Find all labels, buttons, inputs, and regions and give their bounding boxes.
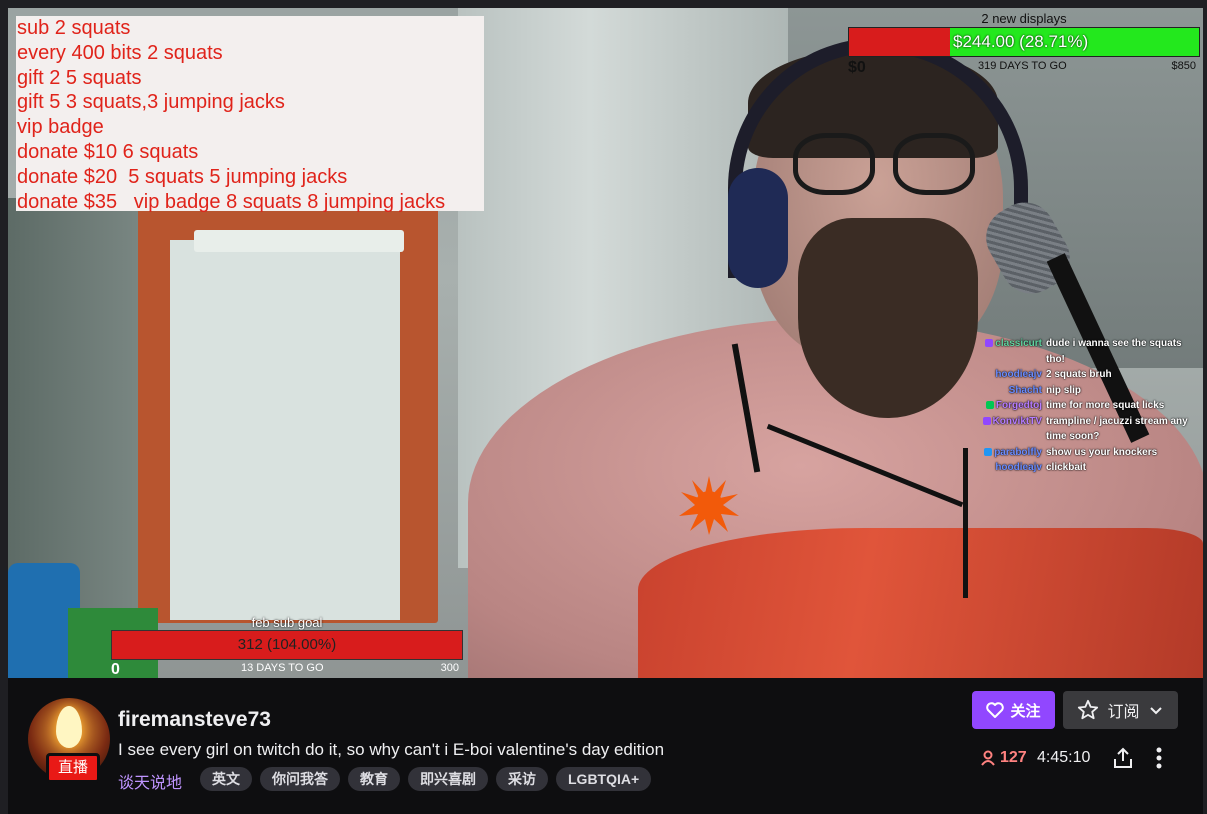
chat-message-text: dude i wanna see the squats [1046,338,1182,349]
chat-username-text: Forgedtoj [995,400,1042,411]
stream-info-bar: 直播 firemansteve73 I see every girl on tw… [8,678,1203,814]
chat-message-text: time for more squat licks [1046,400,1165,411]
chat-username: KonviktTV [948,414,1046,430]
stream-tags: 英文 你问我答 教育 即兴喜剧 采访 LGBTQIA+ [200,767,652,791]
goal-max: $850 [1171,60,1196,72]
chat-message: Shacht nip slip [948,383,1203,399]
chat-username: classicurt [948,336,1046,352]
rule-line: vip badge [17,116,104,139]
chat-message: hoodieajv 2 squats bruh [948,367,1203,383]
rule-line: donate $35 vip badge 8 squats 8 jumping … [17,190,446,213]
live-badge: 直播 [46,753,100,783]
chat-message-text: time soon? [1046,431,1100,442]
stream-tag[interactable]: 教育 [348,767,400,791]
chat-badge-icon [984,447,993,456]
sub-goal-max: 300 [440,662,459,674]
video-player[interactable]: sub 2 squats every 400 bits 2 squats gift … [8,8,1203,678]
chat-message: tho! [948,352,1203,368]
chat-username: Forgedtoj [948,398,1046,414]
sub-goal-days-left: 13 DAYS TO GO [241,662,324,674]
chat-username-text: Shacht [1008,384,1042,396]
follow-button[interactable]: 关注 [972,691,1055,729]
rule-line: donate $10 6 squats [17,140,199,163]
follow-label: 关注 [1010,702,1041,720]
chat-message-text: trampline / jacuzzi stream any [1046,415,1188,427]
chat-username-text: hoodieajv [995,462,1042,473]
stream-tag[interactable]: LGBTQIA+ [556,767,652,791]
person-icon [981,750,995,766]
streamer-glasses [793,133,983,199]
heart-icon [986,702,1005,718]
more-vertical-icon[interactable] [1151,746,1167,770]
subscribe-button[interactable]: 订阅 [1063,691,1178,729]
chat-message: time soon? [948,429,1203,445]
chat-username: hoodieajv [948,367,1046,383]
chat-username-text: parabolfly [994,446,1042,458]
channel-name[interactable]: firemansteve73 [118,708,271,732]
stream-title: I see every girl on twitch do it, so why… [118,740,665,759]
sub-goal-progress-bar: 312 (104.00%) [111,630,463,660]
donation-goal-widget: 2 new displays $244.00 (28.71%) $0 319 D… [848,12,1200,78]
chat-message-text: 2 squats bruh [1046,369,1112,380]
rule-line: gift 5 3 squats,3 jumping jacks [17,91,285,114]
rule-line: sub 2 squats [17,17,131,39]
chat-username-text: hoodieajv [995,369,1042,380]
chat-username [948,352,1046,368]
chat-message-text: nip slip [1046,384,1081,396]
stream-category[interactable]: 谈天说地 [118,769,182,793]
background-window-shade [170,240,400,620]
viewer-count-value: 127 [1000,749,1027,766]
chat-message-text: tho! [1046,353,1065,365]
chat-message: Forgedtoj time for more squat licks [948,398,1203,414]
viewer-count: 127 [980,749,1027,767]
challenge-rules-overlay: sub 2 squats every 400 bits 2 squats gift … [16,16,484,213]
chat-username [948,429,1046,445]
sub-goal-progress-text: 312 (104.00%) [237,636,337,653]
stream-tag[interactable]: 你问我答 [260,767,340,791]
chat-username-text: KonviktTV [992,415,1042,427]
sub-goal-min: 0 [111,661,120,678]
rule-line: every 400 bits 2 squats [17,41,223,64]
stream-uptime: 4:45:10 [1037,749,1091,766]
chat-username: hoodieajv [948,460,1046,476]
chat-badge-icon [985,339,994,348]
candle-flame-icon [56,706,82,748]
chat-username: Shacht [948,383,1046,399]
chat-message: hoodieajv clickbait [948,460,1203,476]
chat-overlay: classicurt dude i wanna see the squats tho… [948,336,1203,476]
share-icon[interactable] [1111,746,1135,770]
chat-message-text: show us your knockers [1046,446,1158,458]
stream-tag[interactable]: 采访 [496,767,548,791]
chat-message: classicurt dude i wanna see the squats [948,336,1203,352]
goal-title: 2 new displays [981,11,1067,26]
chat-badge-icon [985,401,994,410]
sub-goal-widget: feb sub goal 312 (104.00%) 0 13 DAYS TO … [111,615,463,678]
sub-goal-title: feb sub goal [251,615,323,630]
splat-sticker-icon [679,476,739,535]
subscribe-label: 订阅 [1107,704,1140,721]
chat-message-text: clickbait [1046,462,1087,473]
headset-earcup [728,168,788,288]
chat-username-text: classicurt [995,338,1042,349]
chat-badge-icon [982,416,991,425]
background-shade-roller [194,230,404,252]
rule-line: donate $20 5 squats 5 jumping jacks [17,165,348,188]
goal-progress-bar: $244.00 (28.71%) [848,27,1200,57]
chat-username: parabolfly [948,445,1046,461]
chevron-down-icon[interactable] [1148,702,1164,718]
rule-line: gift 2 5 squats [17,66,142,89]
stream-tag[interactable]: 即兴喜剧 [408,767,488,791]
goal-days-left: 319 DAYS TO GO [978,60,1067,72]
chat-message: KonviktTV trampline / jacuzzi stream any [948,414,1203,430]
chat-message: parabolfly show us your knockers [948,445,1203,461]
streamer-red-top [638,528,1203,678]
star-icon [1078,699,1099,720]
player-page: sub 2 squats every 400 bits 2 squats gift … [0,0,1207,814]
stream-tag[interactable]: 英文 [200,767,252,791]
goal-min: $0 [848,59,866,76]
goal-progress-text: $244.00 (28.71%) [953,32,1089,51]
